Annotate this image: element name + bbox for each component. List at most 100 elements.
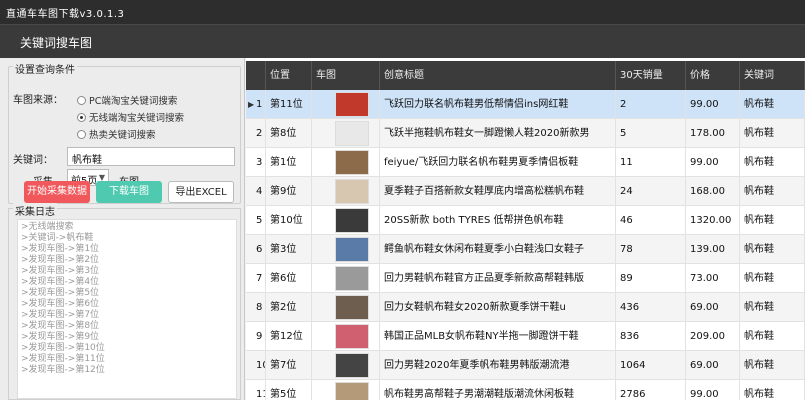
table-row[interactable]: 7 第6位 回力男鞋帆布鞋官方正品夏季新款高帮鞋韩版 89 73.00 帆布鞋 [246,264,805,293]
cell-sales: 1064 [616,351,686,380]
cell-keyword: 帆布鞋 [740,90,805,119]
cell-keyword: 帆布鞋 [740,206,805,235]
log-line: >关键词->帆布鞋 [21,233,94,243]
product-thumbnail[interactable] [335,208,369,233]
cell-position: 第9位 [266,177,312,206]
cell-keyword: 帆布鞋 [740,235,805,264]
radio-label: PC端淘宝关键词搜索 [89,96,178,107]
product-thumbnail[interactable] [335,150,369,175]
col-header-position[interactable]: 位置 [266,61,312,90]
row-number: 10 [246,351,266,380]
cell-sales: 2 [616,90,686,119]
table-row[interactable]: 8 第2位 回力女鞋帆布鞋女2020新款夏季饼干鞋u 436 69.00 帆布鞋 [246,293,805,322]
log-line: >发现车图->第7位 [21,310,100,320]
product-thumbnail[interactable] [335,353,369,378]
row-indicator-icon: ▶ [248,100,255,109]
radio-dot [77,95,86,105]
cell-price: 99.00 [686,90,740,119]
row-number: 11 [246,380,266,400]
radio-mobile-search[interactable]: 无线端淘宝关键词搜索 [77,110,184,124]
settings-group-label: 设置查询条件 [13,61,77,76]
download-images-button[interactable]: 下载车图 [96,181,162,203]
cell-position: 第3位 [266,235,312,264]
cell-sales: 2786 [616,380,686,400]
cell-title: 帆布鞋男高帮鞋子男潮潮鞋版潮流休闲板鞋 [380,380,616,400]
radio-hot-search[interactable]: 热卖关键词搜索 [77,127,156,141]
product-thumbnail[interactable] [335,295,369,320]
cell-keyword: 帆布鞋 [740,119,805,148]
start-collect-button[interactable]: 开始采集数据 [24,181,90,203]
radio-dot [77,112,86,122]
product-thumbnail[interactable] [335,324,369,349]
cell-price: 209.00 [686,322,740,351]
cell-sales: 46 [616,206,686,235]
col-header-keyword[interactable]: 关键词 [740,61,805,90]
tab-keyword-search[interactable]: 关键词搜车图 [20,34,92,51]
table-row[interactable]: 3 第1位 feiyue/飞跃回力联名帆布鞋男夏季情侣板鞋 11 99.00 帆布鞋 [246,148,805,177]
table-row[interactable]: 11第5位 帆布鞋男高帮鞋子男潮潮鞋版潮流休闲板鞋278699.00帆布鞋 [246,380,805,400]
col-header-title[interactable]: 创意标题 [380,61,616,90]
product-thumbnail[interactable] [335,121,369,146]
cell-title: 回力男鞋帆布鞋官方正品夏季新款高帮鞋韩版 [380,264,616,293]
cell-sales: 78 [616,235,686,264]
table-row[interactable]: 1 第11位 飞跃回力联名帆布鞋男低帮情侣ins网红鞋 2 99.00 帆布鞋 ▶ [246,90,805,119]
cell-title: 韩国正品MLB女帆布鞋NY半拖一脚蹬饼干鞋 [380,322,616,351]
left-panel: 设置查询条件 车图来源： PC端淘宝关键词搜索 无线端淘宝关键词搜索 热卖关键词… [0,58,245,400]
cell-keyword: 帆布鞋 [740,148,805,177]
cell-title: 鳄鱼帆布鞋女休闲布鞋夏季小白鞋浅口女鞋子 [380,235,616,264]
cell-title: 飞跃回力联名帆布鞋男低帮情侣ins网红鞋 [380,90,616,119]
log-line: >发现车图->第2位 [21,255,100,265]
source-label: 车图来源： [13,95,63,106]
col-header-sales[interactable]: 30天销量 [616,61,686,90]
col-header-indicator [246,61,266,90]
radio-pc-search[interactable]: PC端淘宝关键词搜索 [77,93,177,107]
log-group: 采集日志 >无线端搜索 >关键词->帆布鞋 >发现车图->第1位 >发现车图->第2位… [8,203,241,400]
product-thumbnail[interactable] [335,382,369,400]
cell-title: 回力女鞋帆布鞋女2020新款夏季饼干鞋u [380,293,616,322]
table-row[interactable]: 10第7位 回力男鞋2020年夏季帆布鞋男韩版潮流港106469.00帆布鞋 [246,351,805,380]
cell-keyword: 帆布鞋 [740,177,805,206]
radio-label: 热卖关键词搜索 [89,130,156,141]
radio-dot [77,129,86,139]
cell-keyword: 帆布鞋 [740,293,805,322]
cell-position: 第7位 [266,351,312,380]
product-thumbnail[interactable] [335,266,369,291]
log-line: >发现车图->第3位 [21,266,100,276]
log-line: >发现车图->第12位 [21,365,105,375]
cell-position: 第1位 [266,148,312,177]
log-area[interactable]: >无线端搜索 >关键词->帆布鞋 >发现车图->第1位 >发现车图->第2位 >发现车图… [17,219,237,399]
table-row[interactable]: 6 第3位 鳄鱼帆布鞋女休闲布鞋夏季小白鞋浅口女鞋子 78 139.00 帆布鞋 [246,235,805,264]
cell-sales: 836 [616,322,686,351]
log-line: >发现车图->第5位 [21,288,100,298]
product-thumbnail[interactable] [335,237,369,262]
log-line: >无线端搜索 [21,222,74,232]
title-bar: 直通车车图下载v3.0.1.3 [0,0,805,24]
cell-sales: 436 [616,293,686,322]
table-row[interactable]: 5 第10位 20SS新款 both TYRES 低帮拼色帆布鞋 46 1320.00 帆… [246,206,805,235]
table-row[interactable]: 4 第9位 夏季鞋子百搭新款女鞋厚底内增高松糕帆布鞋 24 168.00 帆布鞋 [246,177,805,206]
cell-position: 第8位 [266,119,312,148]
log-line: >发现车图->第9位 [21,332,100,342]
cell-keyword: 帆布鞋 [740,264,805,293]
log-line: >发现车图->第4位 [21,277,100,287]
cell-price: 139.00 [686,235,740,264]
product-thumbnail[interactable] [335,92,369,117]
product-thumbnail[interactable] [335,179,369,204]
table-row[interactable]: 9 第12位 韩国正品MLB女帆布鞋NY半拖一脚蹬饼干鞋 836 209.00 帆布鞋 [246,322,805,351]
table-row[interactable]: 2 第8位 飞跃半拖鞋帆布鞋女一脚蹬懒人鞋2020新款男 5 178.00 帆布鞋 [246,119,805,148]
keyword-input[interactable]: 帆布鞋 [67,147,235,166]
tab-bar: 关键词搜车图 [0,24,805,58]
col-header-image[interactable]: 车图 [312,61,380,90]
cell-keyword: 帆布鞋 [740,380,805,400]
row-number: 3 [246,148,266,177]
table-header: 位置 车图 创意标题 30天销量 价格 关键词 [246,61,805,90]
log-group-label: 采集日志 [13,203,57,218]
cell-price: 99.00 [686,148,740,177]
cell-position: 第11位 [266,90,312,119]
col-header-price[interactable]: 价格 [686,61,740,90]
cell-price: 69.00 [686,293,740,322]
cell-title: feiyue/飞跃回力联名帆布鞋男夏季情侣板鞋 [380,148,616,177]
cell-price: 73.00 [686,264,740,293]
cell-title: 飞跃半拖鞋帆布鞋女一脚蹬懒人鞋2020新款男 [380,119,616,148]
export-excel-button[interactable]: 导出EXCEL [168,181,234,203]
